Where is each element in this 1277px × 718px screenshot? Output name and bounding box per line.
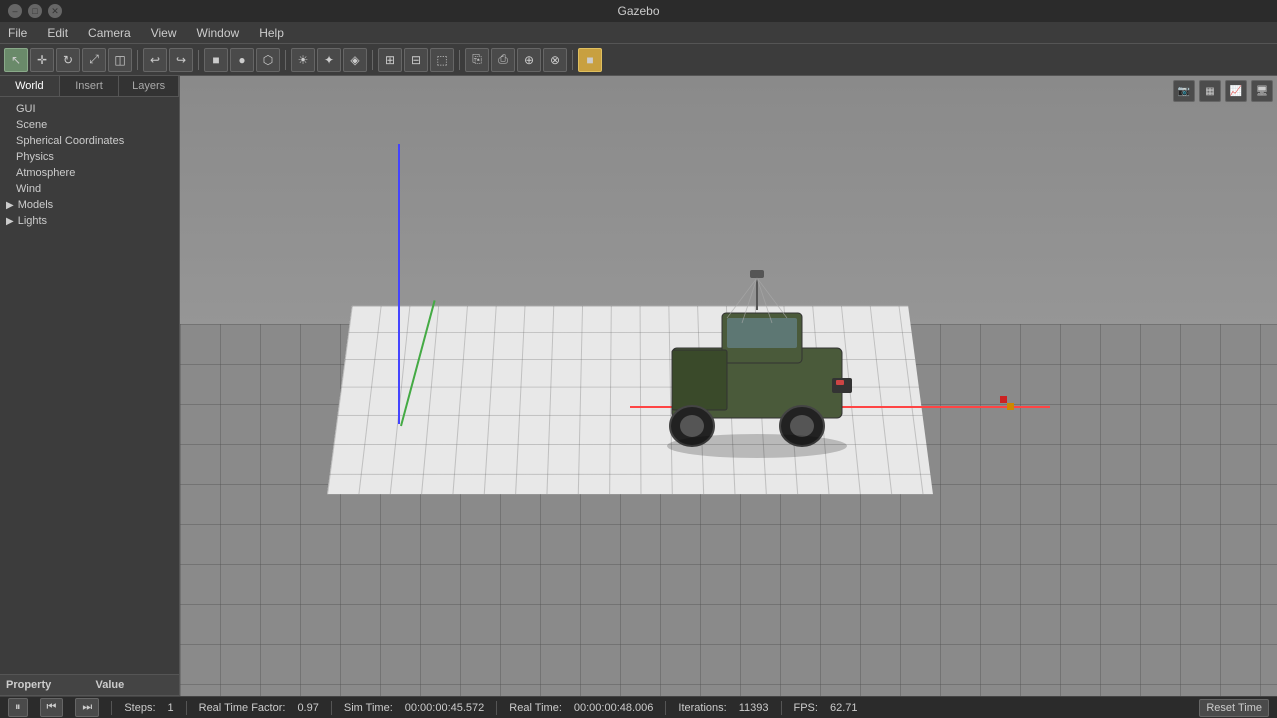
sidebar-tree: GUI Scene Spherical Coordinates Physics …: [0, 97, 179, 674]
rtf-label: Real Time Factor:: [199, 702, 286, 714]
sim-time-label: Sim Time:: [344, 702, 393, 714]
display-button[interactable]: 🖥: [1251, 80, 1273, 102]
tree-item-gui[interactable]: GUI: [0, 101, 179, 117]
wireframe-button[interactable]: ⬚: [430, 48, 454, 72]
tree-item-physics[interactable]: Physics: [0, 149, 179, 165]
toolbar-sep-2: [198, 50, 199, 70]
sidebar-tabs: World Insert Layers: [0, 76, 179, 97]
prop-col-value: Value: [90, 675, 180, 695]
rtf-value: 0.97: [297, 702, 318, 714]
status-sep-6: [781, 701, 782, 715]
axis-blue: [398, 144, 400, 424]
tree-item-scene[interactable]: Scene: [0, 117, 179, 133]
maximize-button[interactable]: □: [28, 4, 42, 18]
add-sphere-button[interactable]: ●: [230, 48, 254, 72]
tree-item-spherical-coords[interactable]: Spherical Coordinates: [0, 133, 179, 149]
tab-layers[interactable]: Layers: [119, 76, 179, 96]
tab-insert[interactable]: Insert: [60, 76, 120, 96]
lights-arrow: ▶: [6, 216, 14, 227]
sun-light-button[interactable]: ☀: [291, 48, 315, 72]
screenshot-button[interactable]: 📷: [1173, 80, 1195, 102]
menu-edit[interactable]: Edit: [43, 24, 72, 42]
toolbar-sep-3: [285, 50, 286, 70]
toolbar-sep-1: [137, 50, 138, 70]
status-sep-5: [665, 701, 666, 715]
toolbar: ↖ ✛ ↻ ⤢ ◫ ↩ ↪ ■ ● ⬡ ☀ ✦ ◈ ⊞ ⊟ ⬚ ⎘ ⎙ ⊕ ⊗ …: [0, 44, 1277, 76]
status-sep-2: [186, 701, 187, 715]
window-controls[interactable]: – □ ✕: [8, 4, 62, 18]
toolbar-sep-6: [572, 50, 573, 70]
models-arrow: ▶: [6, 200, 14, 211]
main-content: World Insert Layers GUI Scene Spherical …: [0, 76, 1277, 696]
status-sep-3: [331, 701, 332, 715]
title-bar: – □ ✕ Gazebo: [0, 0, 1277, 22]
sim-time-value: 00:00:00:45.572: [405, 702, 485, 714]
status-bar: ⏸ ⏮ ⏭ Steps: 1 Real Time Factor: 0.97 Si…: [0, 696, 1277, 718]
viewport-right-controls: 📷 ▦ 📈 🖥: [1173, 80, 1273, 102]
sidebar: World Insert Layers GUI Scene Spherical …: [0, 76, 180, 696]
real-time-label: Real Time:: [509, 702, 562, 714]
translate-tool-button[interactable]: ✛: [30, 48, 54, 72]
vehicle-model: [642, 268, 872, 468]
tab-world[interactable]: World: [0, 76, 60, 96]
properties-header: Property Value: [0, 675, 179, 696]
cursor-indicator: [1000, 396, 1014, 410]
status-sep-1: [111, 701, 112, 715]
properties-panel: Property Value: [0, 674, 179, 696]
tree-item-models[interactable]: ▶Models: [0, 197, 179, 213]
paste-button[interactable]: ⎙: [491, 48, 515, 72]
snap2-button[interactable]: ⊗: [543, 48, 567, 72]
point-light-button[interactable]: ✦: [317, 48, 341, 72]
reset-time-button[interactable]: Reset Time: [1199, 699, 1269, 717]
add-cylinder-button[interactable]: ⬡: [256, 48, 280, 72]
iterations-label: Iterations:: [678, 702, 726, 714]
status-sep-4: [496, 701, 497, 715]
undo-button[interactable]: ↩: [143, 48, 167, 72]
viewport[interactable]: 📷 ▦ 📈 🖥: [180, 76, 1277, 696]
toolbar-sep-4: [372, 50, 373, 70]
menu-help[interactable]: Help: [255, 24, 288, 42]
hide-all-button[interactable]: ⊟: [404, 48, 428, 72]
copy-button[interactable]: ⎘: [465, 48, 489, 72]
toolbar-sep-5: [459, 50, 460, 70]
spot-light-button[interactable]: ◈: [343, 48, 367, 72]
plot-button[interactable]: 📈: [1225, 80, 1247, 102]
window-title: Gazebo: [617, 4, 659, 18]
select-tool-button[interactable]: ↖: [4, 48, 28, 72]
redo-button[interactable]: ↪: [169, 48, 193, 72]
close-button[interactable]: ✕: [48, 4, 62, 18]
tree-item-lights[interactable]: ▶Lights: [0, 213, 179, 229]
menu-view[interactable]: View: [147, 24, 181, 42]
tree-item-wind[interactable]: Wind: [0, 181, 179, 197]
menu-window[interactable]: Window: [193, 24, 244, 42]
steps-label: Steps:: [124, 702, 155, 714]
rotate-tool-button[interactable]: ↻: [56, 48, 80, 72]
steps-value: 1: [168, 702, 174, 714]
tree-item-atmosphere[interactable]: Atmosphere: [0, 165, 179, 181]
add-box-button[interactable]: ■: [204, 48, 228, 72]
step-forward-button[interactable]: ⏭: [75, 698, 99, 717]
iterations-value: 11393: [739, 702, 769, 714]
fps-label: FPS:: [794, 702, 818, 714]
fps-value: 62.71: [830, 702, 858, 714]
align-button[interactable]: ⊕: [517, 48, 541, 72]
grid-button[interactable]: ▦: [1199, 80, 1221, 102]
pause-button[interactable]: ⏸: [8, 698, 28, 717]
menu-camera[interactable]: Camera: [84, 24, 135, 42]
minimize-button[interactable]: –: [8, 4, 22, 18]
record-button[interactable]: ■: [578, 48, 602, 72]
step-back-button[interactable]: ⏮: [40, 698, 64, 717]
menu-file[interactable]: File: [4, 24, 31, 42]
menu-bar: File Edit Camera View Window Help: [0, 22, 1277, 44]
real-time-value: 00:00:00:48.006: [574, 702, 654, 714]
snap-tool-button[interactable]: ◫: [108, 48, 132, 72]
show-all-button[interactable]: ⊞: [378, 48, 402, 72]
scale-tool-button[interactable]: ⤢: [82, 48, 106, 72]
prop-col-property: Property: [0, 675, 90, 695]
